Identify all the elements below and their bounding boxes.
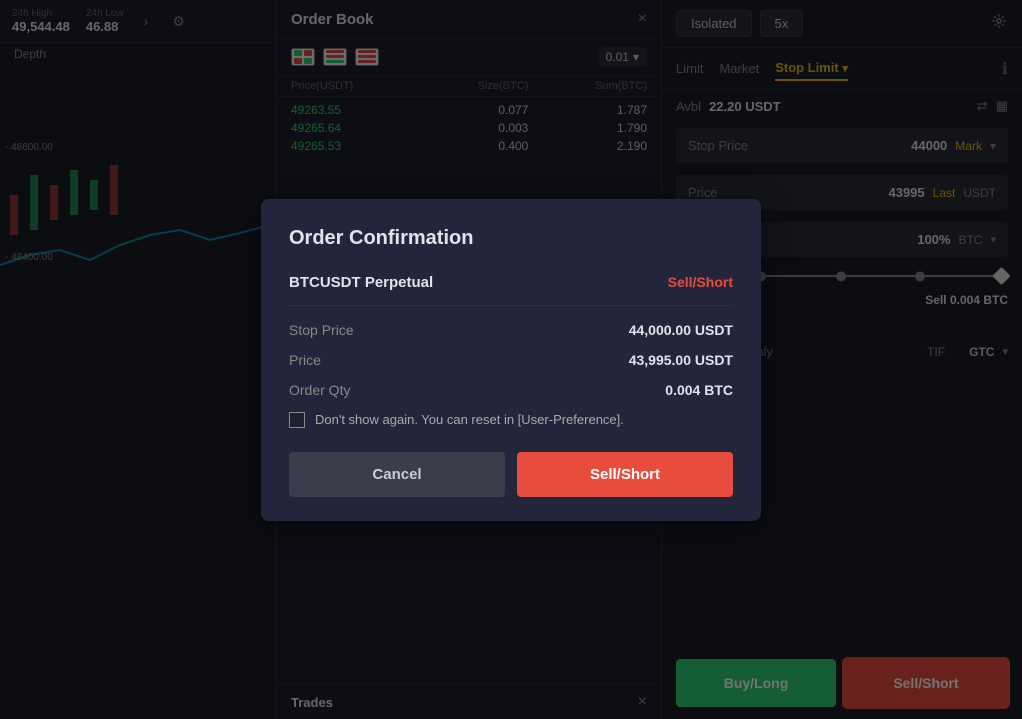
modal-cancel-button[interactable]: Cancel	[289, 452, 505, 497]
modal-overlay: Order Confirmation BTCUSDT Perpetual Sel…	[0, 0, 1022, 719]
modal-divider	[289, 305, 733, 306]
modal-contract-row: BTCUSDT Perpetual Sell/Short	[289, 274, 733, 291]
modal-title: Order Confirmation	[289, 227, 733, 250]
modal-price-value: 43,995.00 USDT	[629, 352, 733, 368]
modal-stop-price-value: 44,000.00 USDT	[629, 322, 733, 338]
modal-qty-row: Order Qty 0.004 BTC	[289, 382, 733, 398]
dont-show-checkbox[interactable]	[289, 412, 305, 428]
order-confirmation-modal: Order Confirmation BTCUSDT Perpetual Sel…	[261, 199, 761, 521]
modal-contract-side: Sell/Short	[668, 274, 733, 290]
modal-stop-price-label: Stop Price	[289, 322, 354, 338]
modal-price-label: Price	[289, 352, 321, 368]
modal-qty-value: 0.004 BTC	[665, 382, 733, 398]
modal-stop-price-row: Stop Price 44,000.00 USDT	[289, 322, 733, 338]
dont-show-text: Don't show again. You can reset in [User…	[315, 412, 624, 427]
modal-sell-button[interactable]: Sell/Short	[517, 452, 733, 497]
modal-contract-label: BTCUSDT Perpetual	[289, 274, 433, 291]
modal-qty-label: Order Qty	[289, 382, 350, 398]
modal-dont-show-row: Don't show again. You can reset in [User…	[289, 412, 733, 428]
modal-price-row: Price 43,995.00 USDT	[289, 352, 733, 368]
